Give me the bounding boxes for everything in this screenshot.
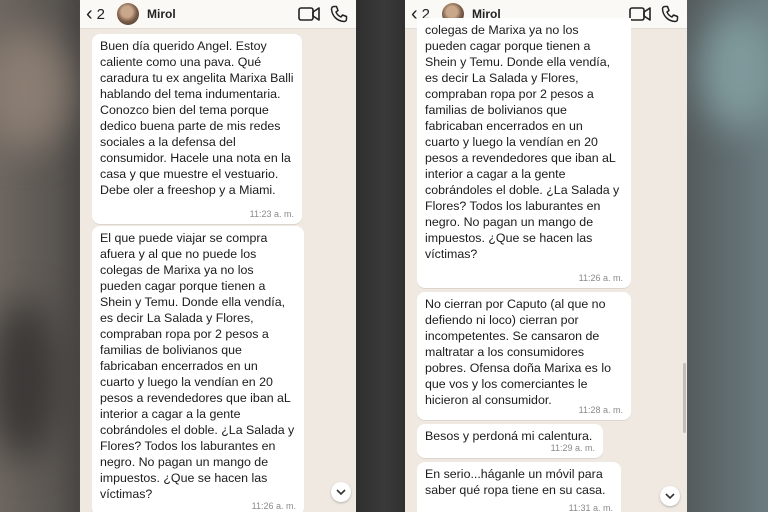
chevron-down-icon: [665, 493, 675, 500]
message-list[interactable]: colegas de Marixa ya no los pueden cagar…: [405, 18, 687, 512]
message-time: 11:26 a. m.: [251, 501, 296, 511]
message-text: No cierran por Caputo (al que no defiend…: [425, 297, 611, 407]
chat-header: ‹ 2 Mirol: [80, 0, 356, 29]
message-text: colegas de Marixa ya no los pueden cagar…: [425, 23, 620, 261]
chevron-left-icon: ‹: [86, 3, 93, 25]
message-time: 11:29 a. m.: [550, 443, 595, 453]
message-bubble[interactable]: Besos y perdoná mi calentura. 11:29 a. m…: [417, 424, 603, 458]
message-time: 11:23 a. m.: [249, 209, 294, 219]
message-text: El que puede viajar se compra afuera y a…: [100, 231, 295, 501]
message-bubble[interactable]: No cierran por Caputo (al que no defiend…: [417, 292, 631, 420]
message-text: En serio...háganle un móvil para saber q…: [425, 467, 606, 497]
video-camera-icon[interactable]: [629, 6, 651, 22]
background-blur: [700, 10, 768, 130]
background-blur: [0, 30, 70, 150]
chat-screenshot-right: ‹ 2 Mirol colegas de Marixa ya no los pu…: [405, 0, 687, 512]
avatar[interactable]: [117, 3, 140, 25]
message-time: 11:31 a. m.: [568, 503, 613, 512]
message-bubble[interactable]: El que puede viajar se compra afuera y a…: [92, 226, 304, 512]
message-text: Buen día querido Angel. Estoy caliente c…: [100, 39, 294, 197]
chat-screenshot-left: ‹ 2 Mirol Buen día querido Angel. Estoy …: [80, 0, 356, 512]
back-button[interactable]: ‹ 2: [86, 4, 105, 24]
message-time: 11:26 a. m.: [578, 273, 623, 283]
message-bubble[interactable]: colegas de Marixa ya no los pueden cagar…: [417, 18, 631, 288]
background-blur: [0, 300, 60, 460]
video-camera-icon[interactable]: [298, 6, 320, 22]
message-time: 11:28 a. m.: [578, 405, 623, 415]
scrollbar[interactable]: [683, 363, 686, 433]
scroll-down-button[interactable]: [660, 486, 680, 506]
phone-icon[interactable]: [661, 5, 679, 23]
scroll-down-button[interactable]: [331, 482, 351, 502]
message-bubble[interactable]: Buen día querido Angel. Estoy caliente c…: [92, 34, 302, 224]
message-list[interactable]: Buen día querido Angel. Estoy caliente c…: [80, 28, 356, 512]
message-bubble[interactable]: En serio...háganle un móvil para saber q…: [417, 462, 621, 512]
unread-count: 2: [96, 5, 106, 23]
chevron-down-icon: [336, 489, 346, 496]
contact-name[interactable]: Mirol: [147, 7, 176, 21]
phone-icon[interactable]: [330, 5, 348, 23]
